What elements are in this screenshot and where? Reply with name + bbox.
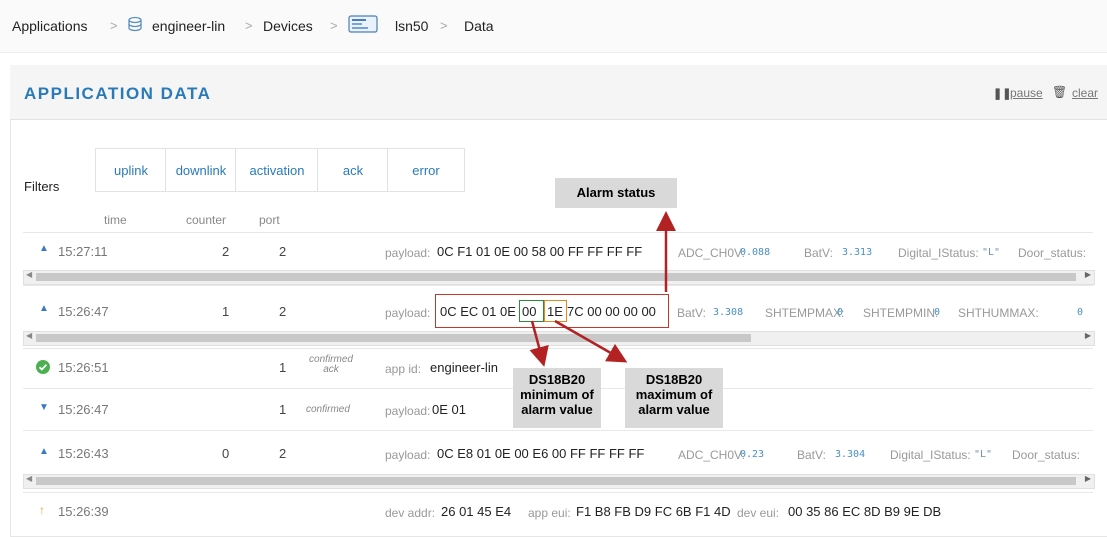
callout-line: alarm value bbox=[638, 402, 710, 417]
min-alarm-callout: DS18B20 minimum of alarm value bbox=[513, 368, 601, 428]
max-alarm-callout: DS18B20 maximum of alarm value bbox=[625, 368, 723, 428]
callout-line: DS18B20 bbox=[645, 372, 703, 387]
max-alarm-arrow bbox=[554, 319, 628, 363]
callout-line: minimum of bbox=[520, 387, 594, 402]
callout-line: alarm value bbox=[521, 402, 593, 417]
annotation-arrows bbox=[529, 211, 676, 367]
alarm-status-callout: Alarm status bbox=[555, 178, 677, 208]
min-alarm-arrow bbox=[529, 320, 549, 367]
callout-line: maximum of bbox=[635, 387, 713, 402]
callout-line: DS18B20 bbox=[528, 372, 586, 387]
